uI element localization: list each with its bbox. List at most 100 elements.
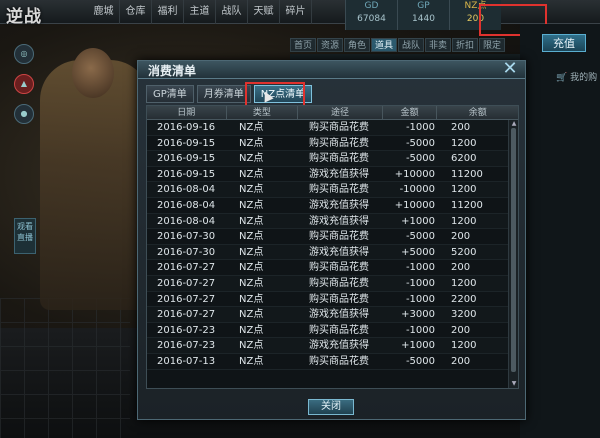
table-cell: 购买商品花费 — [309, 122, 369, 133]
nav-item[interactable]: 鹿城 — [88, 0, 120, 24]
table-cell: 游戏充值获得 — [309, 199, 369, 211]
table-cell: +10000 — [394, 199, 435, 211]
nav-item[interactable]: 主道 — [184, 0, 216, 24]
table-cell: 2016-07-27 — [157, 277, 216, 289]
table-cell: 2016-08-04 — [157, 199, 216, 211]
table-cell: -5000 — [405, 153, 435, 165]
scroll-up-icon[interactable]: ▲ — [510, 121, 518, 127]
table-cell: +10000 — [394, 168, 435, 180]
table-cell: NZ点 — [239, 262, 264, 274]
close-icon[interactable]: ✕ — [501, 60, 519, 78]
table-cell: 2016-08-04 — [157, 215, 216, 227]
stat-value: 1440 — [412, 14, 435, 24]
table-cell: NZ点 — [239, 277, 264, 289]
table-cell: 1200 — [451, 277, 477, 289]
stat-value: 67084 — [357, 14, 386, 24]
table-row: 2016-07-23 NZ点 游戏充值获得 +1000 1200 — [147, 338, 509, 354]
cart-icon: 🛒 — [556, 73, 568, 83]
table-cell: 游戏充值获得 — [309, 340, 369, 352]
shop-tab[interactable]: 道具 — [371, 38, 397, 52]
table-row: 2016-07-23 NZ点 购买商品花费 -1000 200 — [147, 323, 509, 339]
table-cell: 购买商品花费 — [309, 137, 369, 149]
table-cell: -1000 — [405, 122, 435, 133]
table-cell: +5000 — [401, 246, 435, 258]
close-button[interactable]: 关闭 — [308, 399, 354, 415]
table-row: 2016-08-04 NZ点 购买商品花费 -10000 1200 — [147, 182, 509, 198]
table-cell: 2200 — [451, 293, 477, 305]
stat-label: GD — [364, 1, 379, 11]
stat-1: GP 1440 — [397, 0, 449, 30]
shop-tab[interactable]: 首页 — [290, 38, 316, 52]
table-cell: 200 — [451, 324, 471, 336]
table-row: 2016-09-15 NZ点 购买商品花费 -5000 1200 — [147, 136, 509, 152]
table-cell: 1200 — [451, 215, 477, 227]
table-cell: 200 — [451, 355, 471, 367]
table-cell: NZ点 — [239, 153, 264, 165]
column-header[interactable]: 金额 — [383, 106, 438, 119]
tab-1[interactable]: 月券清单 — [196, 85, 251, 103]
table-cell: NZ点 — [239, 355, 264, 367]
table-row: 2016-07-30 NZ点 游戏充值获得 +5000 5200 — [147, 244, 509, 261]
shop-side-panel — [520, 24, 600, 438]
table-cell: 购买商品花费 — [309, 231, 369, 243]
table-cell: NZ点 — [239, 199, 264, 211]
table-cell: 2016-07-27 — [157, 293, 216, 305]
table-cell: 购买商品花费 — [309, 153, 369, 165]
table-cell: 购买商品花费 — [309, 324, 369, 336]
shop-tab[interactable]: 战队 — [398, 38, 424, 52]
column-header[interactable]: 类型 — [227, 106, 299, 119]
nav-item[interactable]: 碎片 — [280, 0, 312, 24]
column-header[interactable]: 日期 — [147, 106, 227, 119]
shop-tab[interactable]: 非卖品 — [425, 38, 451, 65]
table-cell: NZ点 — [239, 215, 264, 227]
dialog-title: 消费清单 — [148, 64, 197, 78]
table-cell: +3000 — [401, 309, 435, 321]
table-cell: +1000 — [401, 215, 435, 227]
table-cell: 2016-09-16 — [157, 122, 216, 133]
live-stream-button[interactable]: 观看直播 — [14, 218, 36, 254]
table-cell: 2016-09-15 — [157, 153, 216, 165]
side-info-button[interactable]: ● — [14, 104, 34, 124]
table-row: 2016-08-04 NZ点 游戏充值获得 +10000 11200 — [147, 198, 509, 214]
table-row: 2016-07-30 NZ点 购买商品花费 -5000 200 — [147, 229, 509, 245]
table-row: 2016-07-27 NZ点 购买商品花费 -1000 1200 — [147, 275, 509, 292]
table-cell: 2016-07-23 — [157, 324, 216, 336]
nav-item[interactable]: 战队 — [216, 0, 248, 24]
nav-item[interactable]: 天赋 — [248, 0, 280, 24]
stat-label: GP — [417, 1, 430, 11]
table-cell: 200 — [451, 262, 471, 274]
table-cell: 5200 — [451, 246, 477, 258]
table-row: 2016-07-13 NZ点 购买商品花费 -5000 200 — [147, 354, 509, 370]
table-row: 2016-08-04 NZ点 游戏充值获得 +1000 1200 — [147, 213, 509, 230]
shop-tab[interactable]: 折扣 — [452, 38, 478, 52]
column-header[interactable]: 途径 — [298, 106, 383, 119]
side-report-button[interactable]: ◎ — [14, 44, 34, 64]
table-cell: 2016-07-30 — [157, 246, 216, 258]
table-scrollbar[interactable]: ▲ ▼ — [508, 120, 518, 388]
tab-0[interactable]: GP清单 — [146, 85, 194, 103]
scroll-thumb[interactable] — [511, 128, 516, 372]
table-cell: 购买商品花费 — [309, 184, 369, 196]
my-cart-link[interactable]: 🛒 我的购 — [556, 70, 597, 83]
table-cell: NZ点 — [239, 246, 264, 258]
nav-item[interactable]: 福利 — [152, 0, 184, 24]
table-cell: 2016-09-15 — [157, 168, 216, 180]
main-nav: 鹿城 仓库 福利 主道 战队 天赋 碎片 — [88, 0, 312, 24]
shop-tab[interactable]: 角色 — [344, 38, 370, 52]
table-cell: 购买商品花费 — [309, 355, 369, 367]
column-header[interactable]: 余额 — [437, 106, 518, 119]
table-row: 2016-09-15 NZ点 游戏充值获得 +10000 11200 — [147, 167, 509, 183]
table-cell: -5000 — [405, 231, 435, 243]
charge-button[interactable]: 充值 — [542, 34, 586, 52]
side-alert-button[interactable]: ▲ — [14, 74, 34, 94]
shop-tab[interactable]: 限定 — [479, 38, 505, 52]
nav-item[interactable]: 仓库 — [120, 0, 152, 24]
table-cell: -10000 — [399, 184, 435, 196]
table-cell: 200 — [451, 231, 471, 243]
table-cell: 2016-08-04 — [157, 184, 216, 196]
scroll-down-icon[interactable]: ▼ — [510, 381, 518, 387]
table-body: 2016-09-16 NZ点 购买商品花费 -1000 200 2016-09-15 NZ点… — [147, 120, 509, 370]
shop-tab[interactable]: 资源 — [317, 38, 343, 52]
table-cell: -1000 — [405, 293, 435, 305]
table-cell: 1200 — [451, 137, 477, 149]
